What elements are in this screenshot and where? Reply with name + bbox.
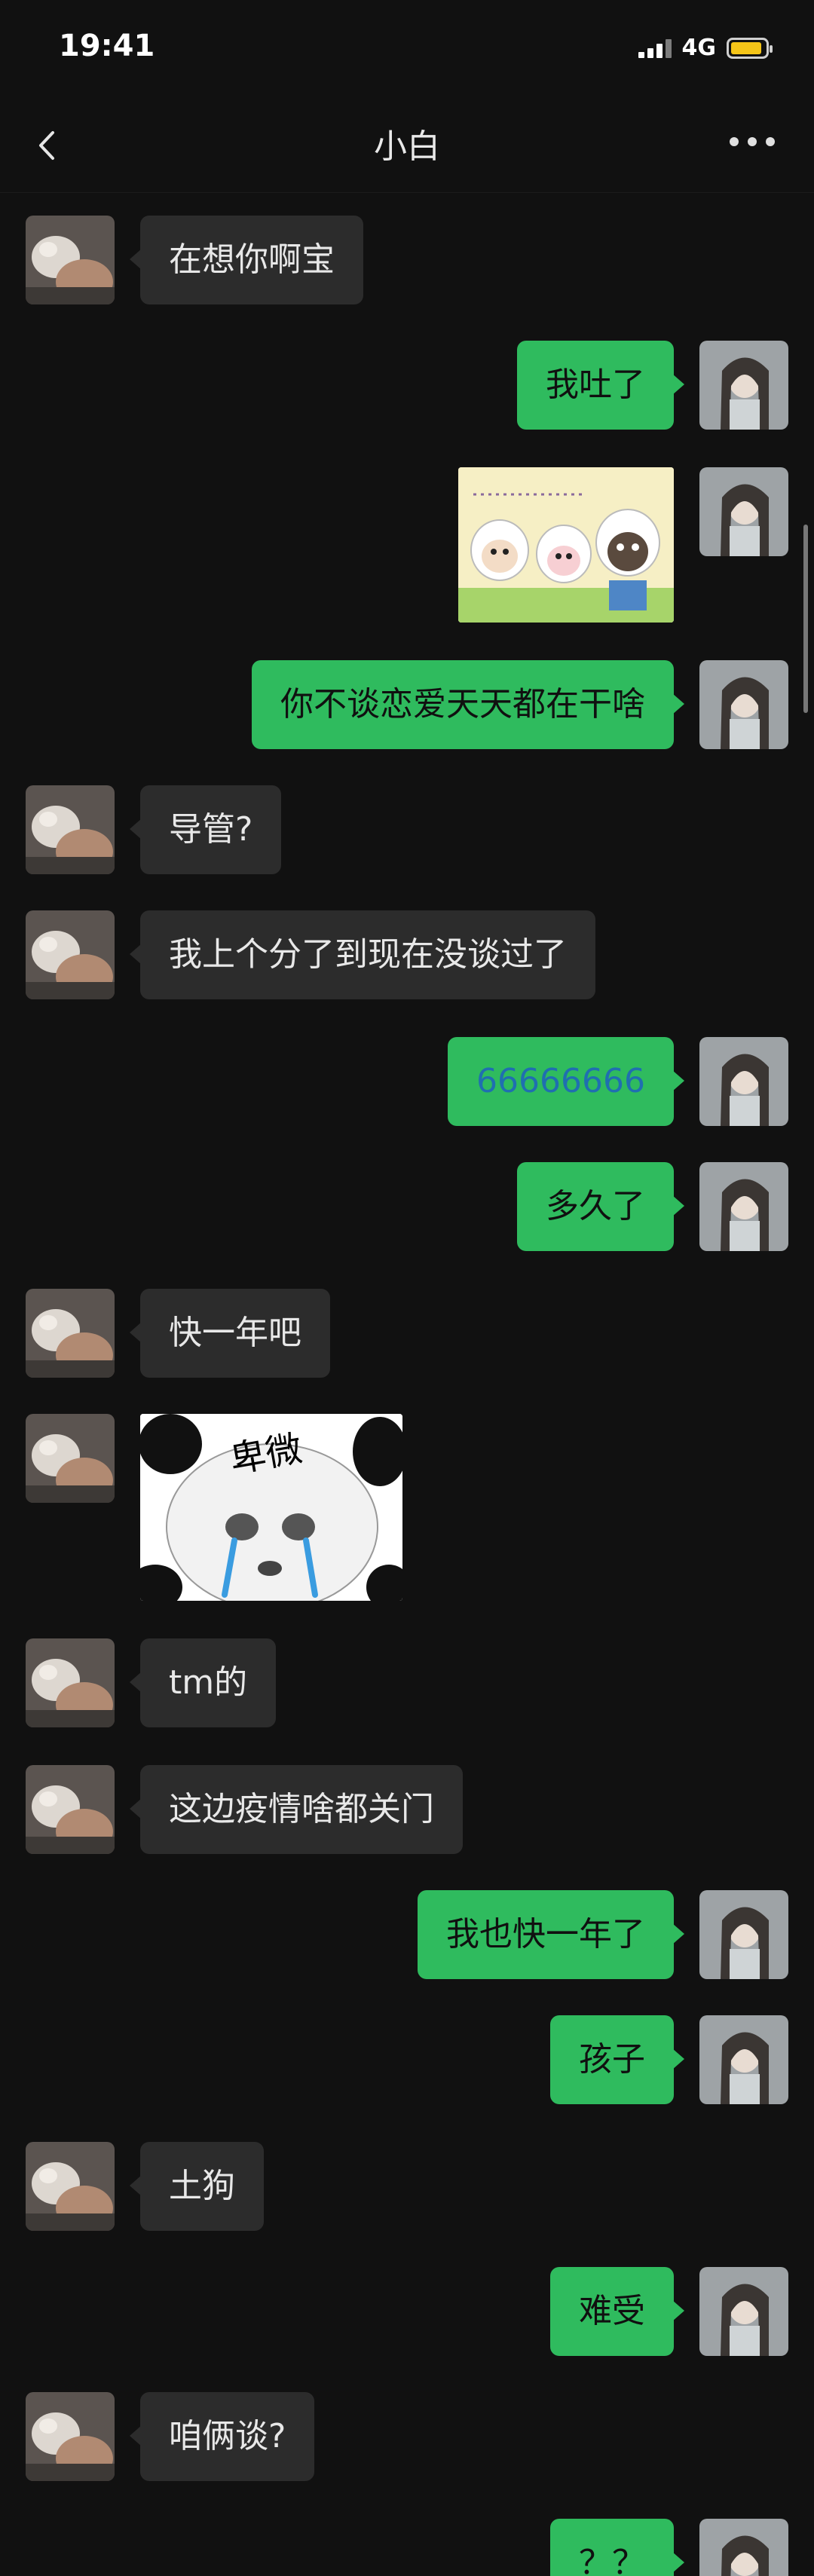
crying-panda-sticker[interactable]: 卑微 <box>140 1414 402 1601</box>
message-row: 你不谈恋爱天天都在干啥 <box>0 660 814 751</box>
user-avatar[interactable] <box>699 2267 788 2356</box>
message-row: 难受 <box>0 2267 814 2357</box>
contact-avatar[interactable] <box>26 910 115 999</box>
message-bubble[interactable]: 导管? <box>129 785 282 874</box>
message-bubble[interactable]: 66666666 <box>448 1037 684 1126</box>
message-row: 我也快一年了 <box>0 1890 814 1981</box>
message-row: 导管? <box>0 785 814 876</box>
user-avatar[interactable] <box>699 1890 788 1979</box>
message-bubble[interactable]: 我上个分了到现在没谈过了 <box>130 910 595 999</box>
message-link-text[interactable]: 66666666 <box>476 1062 645 1100</box>
user-avatar[interactable] <box>699 660 788 749</box>
user-avatar[interactable] <box>699 341 788 430</box>
message-bubble[interactable]: 多久了 <box>517 1162 684 1251</box>
battery-fill <box>731 41 761 54</box>
contact-avatar[interactable] <box>26 2142 115 2231</box>
message-bubble[interactable]: 快一年吧 <box>130 1289 330 1378</box>
message-row: 咱俩谈? <box>0 2392 814 2483</box>
scrollbar-thumb[interactable] <box>803 525 808 713</box>
message-list[interactable]: 在想你啊宝 我吐了 你不谈恋爱天天都在干啥 导管? 我上个分了到现在没谈过了 6… <box>0 193 814 2576</box>
status-bar: 19:41 4G <box>0 0 814 98</box>
message-row: tm的 <box>0 1638 814 1729</box>
network-label: 4G <box>681 35 717 61</box>
cartoon-sheep-sticker[interactable] <box>458 467 674 623</box>
message-row: 快一年吧 <box>0 1289 814 1379</box>
message-row: 我吐了 <box>0 341 814 431</box>
contact-avatar[interactable] <box>26 785 115 874</box>
user-avatar[interactable] <box>699 2519 788 2576</box>
message-bubble[interactable]: 孩子 <box>550 2015 684 2104</box>
contact-avatar[interactable] <box>26 2392 115 2481</box>
contact-avatar[interactable] <box>26 1414 115 1503</box>
status-time: 19:41 <box>59 29 155 63</box>
message-bubble[interactable]: tm的 <box>129 1638 277 1727</box>
user-avatar[interactable] <box>699 1162 788 1251</box>
message-bubble[interactable]: 土狗 <box>130 2142 264 2231</box>
contact-avatar[interactable] <box>26 216 115 304</box>
message-row: 土狗 <box>0 2142 814 2232</box>
message-row <box>0 467 814 626</box>
message-row: ？？ <box>0 2519 814 2576</box>
message-bubble[interactable]: 你不谈恋爱天天都在干啥 <box>252 660 684 749</box>
user-avatar[interactable] <box>699 467 788 556</box>
message-row: 66666666 <box>0 1037 814 1127</box>
chat-header: 小白 <box>0 98 814 193</box>
message-bubble[interactable]: 咱俩谈? <box>129 2392 315 2481</box>
message-row: 在想你啊宝 <box>0 216 814 306</box>
contact-avatar[interactable] <box>26 1289 115 1378</box>
message-row: 我上个分了到现在没谈过了 <box>0 910 814 1001</box>
chat-title: 小白 <box>374 127 440 166</box>
contact-avatar[interactable] <box>26 1638 115 1727</box>
message-bubble[interactable]: 这边疫情啥都关门 <box>130 1765 463 1854</box>
message-row: 这边疫情啥都关门 <box>0 1765 814 1856</box>
message-bubble[interactable]: 我也快一年了 <box>418 1890 684 1979</box>
message-bubble[interactable]: ？？ <box>550 2519 684 2576</box>
user-avatar[interactable] <box>699 1037 788 1126</box>
message-row: 卑微 <box>0 1414 814 1602</box>
message-row: 多久了 <box>0 1162 814 1253</box>
signal-icon <box>638 38 672 58</box>
contact-avatar[interactable] <box>26 1765 115 1854</box>
message-bubble[interactable]: 我吐了 <box>517 341 684 430</box>
user-avatar[interactable] <box>699 2015 788 2104</box>
message-row: 孩子 <box>0 2015 814 2106</box>
status-indicators: 4G <box>638 35 773 61</box>
more-dots-icon[interactable] <box>730 134 775 149</box>
message-bubble[interactable]: 难受 <box>550 2267 684 2356</box>
message-bubble[interactable]: 在想你啊宝 <box>130 216 363 304</box>
battery-icon <box>727 37 773 59</box>
